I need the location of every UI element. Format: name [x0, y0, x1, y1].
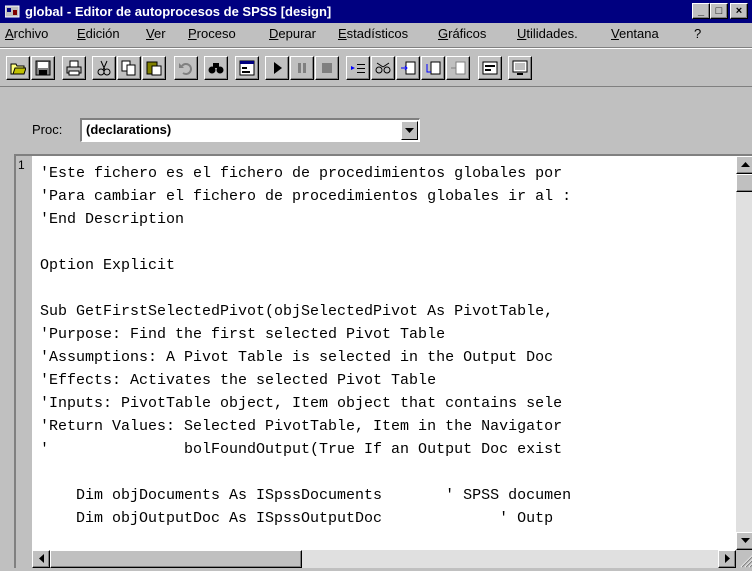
pause-icon	[298, 63, 306, 73]
paste-button[interactable]	[142, 56, 166, 80]
menu-ventana[interactable]: Ventana	[611, 26, 659, 41]
screen-button[interactable]	[508, 56, 532, 80]
code-line: Dim objOutputDoc As ISpssOutputDoc ' Out…	[40, 510, 554, 527]
proc-combobox[interactable]: (declarations)	[80, 118, 420, 142]
copy-icon	[121, 60, 136, 76]
save-icon	[35, 60, 51, 76]
cut-button[interactable]	[92, 56, 116, 80]
code-editor[interactable]: 1 'Este fichero es el fichero de procedi…	[14, 154, 752, 568]
code-line: Dim objDocuments As ISpssDocuments ' SPS…	[40, 487, 572, 504]
code-area[interactable]: 'Este fichero es el fichero de procedimi…	[40, 162, 734, 544]
run-button[interactable]	[265, 56, 289, 80]
code-line: Sub GetFirstSelectedPivot(objSelectedPiv…	[40, 303, 554, 320]
horizontal-scrollbar[interactable]	[32, 550, 736, 568]
step-into-icon	[401, 61, 416, 75]
save-button[interactable]	[31, 56, 55, 80]
breakpoint-button[interactable]	[446, 56, 470, 80]
close-button[interactable]: ×	[730, 3, 748, 19]
maximize-button[interactable]: □	[710, 3, 728, 19]
dialog-editor-icon	[482, 61, 498, 75]
arrow-right-icon	[725, 554, 730, 563]
print-button[interactable]	[62, 56, 86, 80]
arrow-down-icon	[741, 538, 750, 543]
undo-button[interactable]	[174, 56, 198, 80]
toolbar	[0, 47, 752, 87]
step-into-button[interactable]	[396, 56, 420, 80]
find-button[interactable]	[204, 56, 228, 80]
code-line: ' bolFoundOutput(True If an Output Doc e…	[40, 441, 563, 458]
vertical-scrollbar[interactable]	[736, 156, 752, 550]
watch-icon	[375, 62, 391, 74]
dialog-editor-button[interactable]	[478, 56, 502, 80]
copy-button[interactable]	[117, 56, 141, 80]
find-icon	[208, 63, 224, 74]
window-title: global - Editor de autoprocesos de SPSS …	[25, 4, 332, 19]
menu-utilidades[interactable]: Utilidades.	[517, 26, 578, 41]
menu-ver[interactable]: Ver	[146, 26, 166, 41]
scroll-down-button[interactable]	[736, 532, 752, 550]
menu-bar: Archivo Edición Ver Proceso Depurar Esta…	[0, 23, 752, 45]
arrow-up-icon	[741, 162, 750, 167]
print-icon	[66, 60, 82, 76]
dialog-button[interactable]	[235, 56, 259, 80]
step-over-button[interactable]	[421, 56, 445, 80]
code-line: 'Inputs: PivotTable object, Item object …	[40, 395, 563, 412]
open-icon	[10, 63, 26, 75]
horizontal-scroll-thumb[interactable]	[50, 550, 302, 568]
scroll-right-button[interactable]	[718, 550, 736, 568]
menu-edicion[interactable]: Edición	[77, 26, 120, 41]
vertical-scroll-thumb[interactable]	[736, 174, 752, 192]
step-over-icon	[426, 61, 441, 75]
line-number: 1	[18, 158, 25, 172]
menu-help[interactable]: ?	[694, 26, 701, 41]
line-gutter: 1	[16, 156, 32, 568]
proc-value: (declarations)	[86, 122, 172, 137]
proc-label: Proc:	[32, 122, 63, 137]
menu-graficos[interactable]: Gráficos	[438, 26, 486, 41]
script-editor-window: global - Editor de autoprocesos de SPSS …	[0, 0, 752, 568]
chevron-down-icon	[405, 128, 414, 133]
cut-icon	[97, 60, 111, 76]
menu-archivo[interactable]: Archivo	[5, 26, 48, 41]
resize-grip[interactable]	[736, 550, 752, 568]
arrow-left-icon	[39, 554, 44, 563]
scroll-left-button[interactable]	[32, 550, 50, 568]
code-line: 'Assumptions: A Pivot Table is selected …	[40, 349, 554, 366]
code-line: 'Para cambiar el fichero de procedimient…	[40, 188, 572, 205]
menu-proceso[interactable]: Proceso	[188, 26, 236, 41]
dialog-icon	[239, 60, 255, 76]
watch-button[interactable]	[371, 56, 395, 80]
open-button[interactable]	[6, 56, 30, 80]
stop-icon	[322, 63, 332, 73]
code-line: 'Return Values: Selected PivotTable, Ite…	[40, 418, 563, 435]
code-line: 'Effects: Activates the selected Pivot T…	[40, 372, 437, 389]
stop-button[interactable]	[315, 56, 339, 80]
step-button[interactable]	[346, 56, 370, 80]
menu-estadisticos[interactable]: Estadísticos	[338, 26, 408, 41]
code-line: 'Purpose: Find the first selected Pivot …	[40, 326, 446, 343]
title-bar[interactable]: global - Editor de autoprocesos de SPSS …	[0, 0, 752, 23]
step-icon	[351, 64, 365, 73]
breakpoint-icon	[451, 61, 466, 75]
screen-icon	[512, 60, 528, 75]
code-line: Option Explicit	[40, 257, 176, 274]
code-line: 'Este fichero es el fichero de procedimi…	[40, 165, 563, 182]
paste-icon	[146, 61, 162, 76]
code-line: 'End Description	[40, 211, 185, 228]
proc-dropdown-button[interactable]	[401, 121, 418, 140]
menu-depurar[interactable]: Depurar	[269, 26, 316, 41]
scroll-up-button[interactable]	[736, 156, 752, 174]
minimize-button[interactable]: _	[692, 3, 710, 19]
app-icon	[5, 5, 20, 18]
pause-button[interactable]	[290, 56, 314, 80]
undo-icon	[179, 63, 192, 75]
size-grip-icon	[740, 555, 752, 568]
run-icon	[274, 62, 282, 74]
